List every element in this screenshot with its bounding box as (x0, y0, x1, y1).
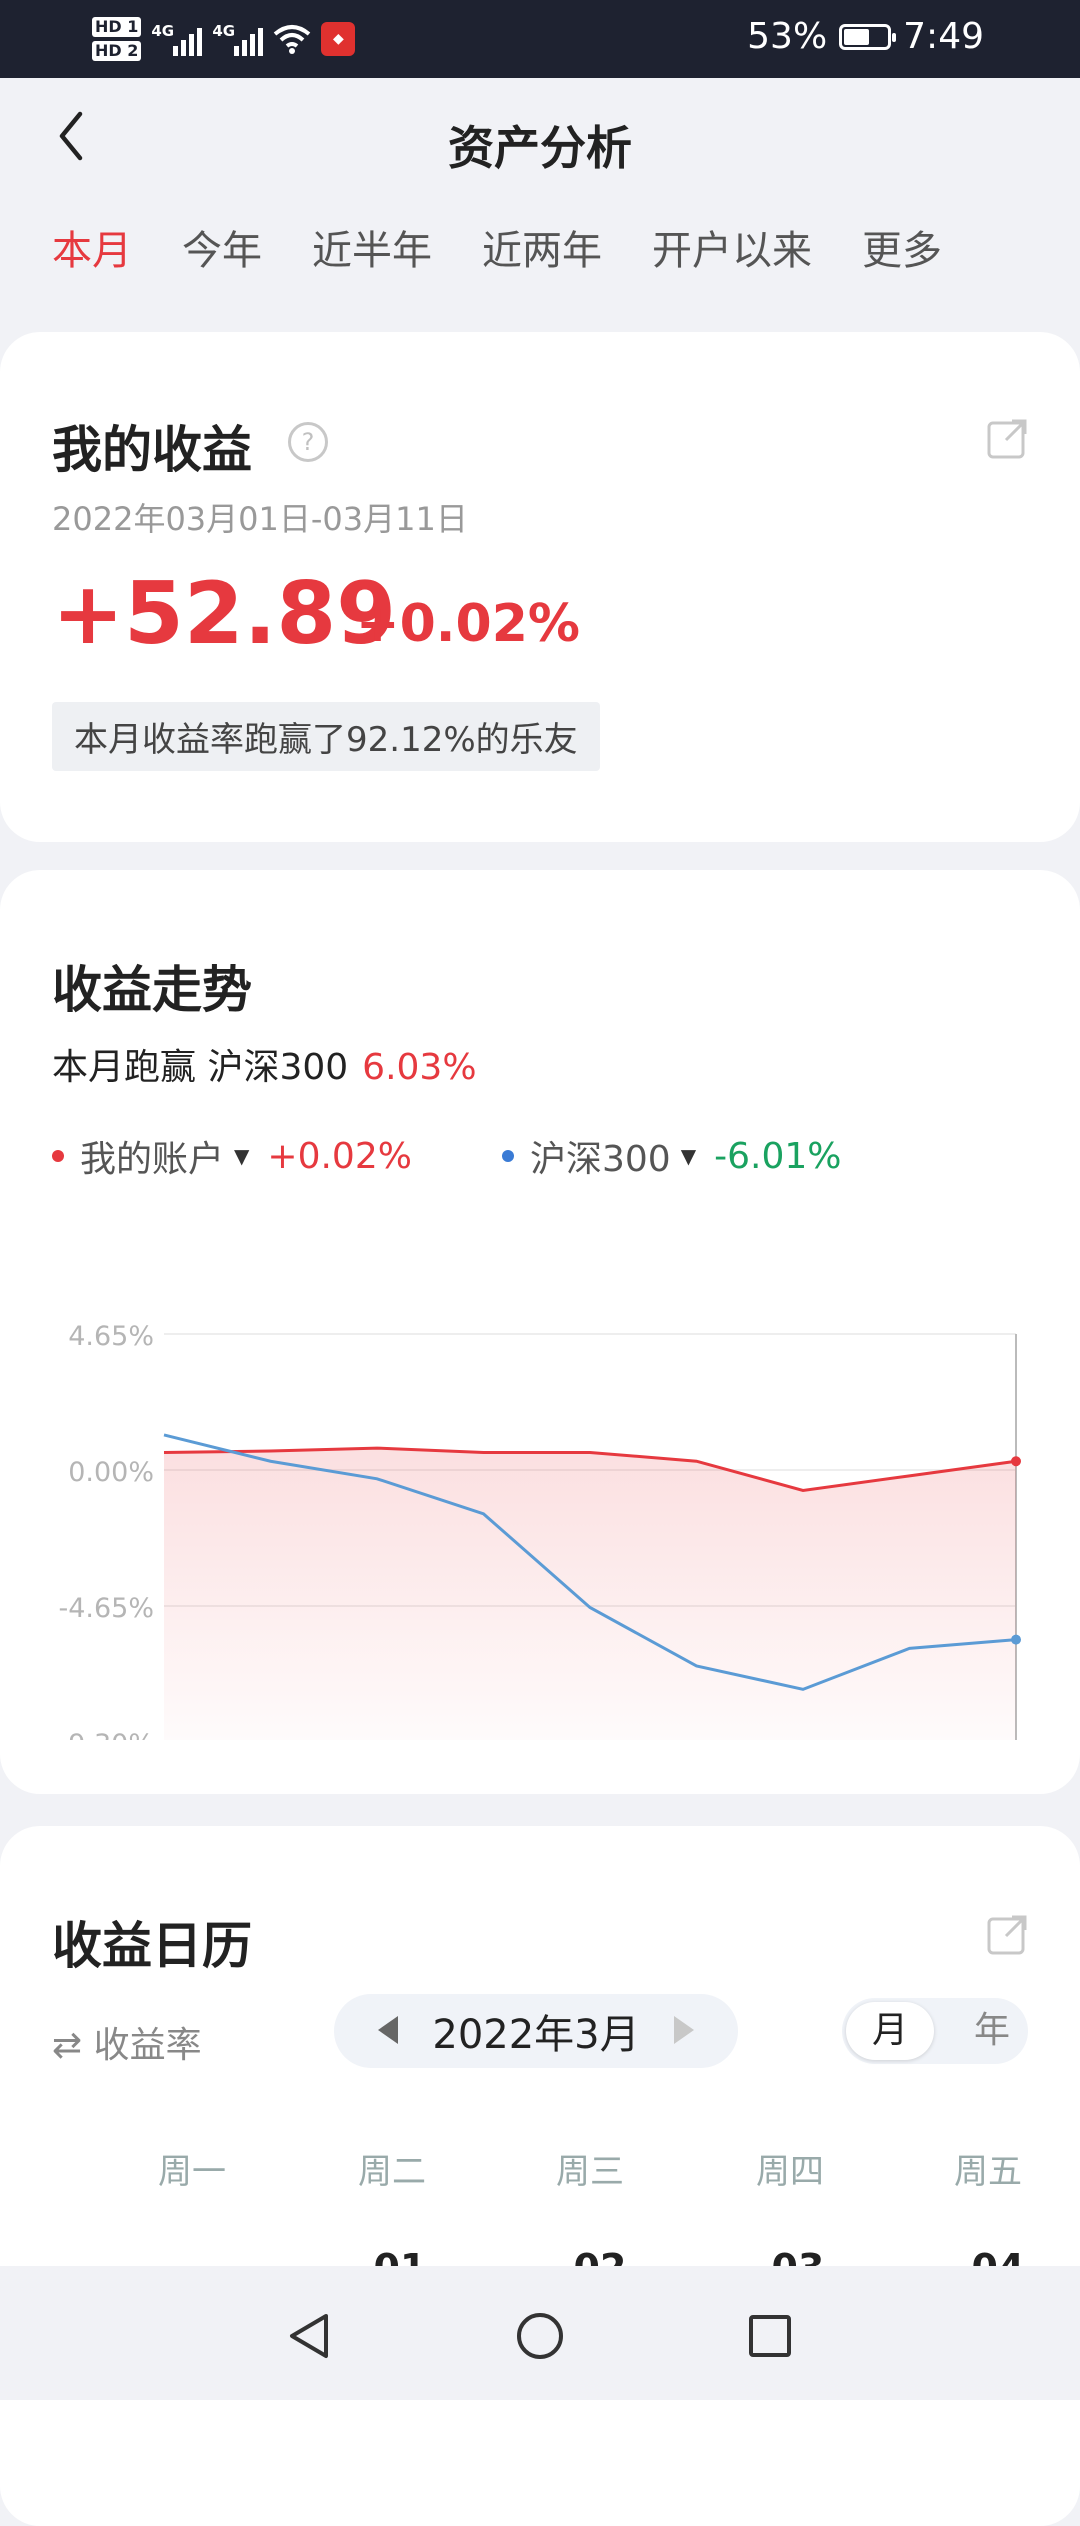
y-tick-label: 4.65% (68, 1321, 154, 1352)
legend-my-account[interactable]: 我的账户 ▼ +0.02% (52, 1130, 412, 1182)
sim1-hd-badge: HD 1 (92, 17, 142, 37)
system-nav-bar (0, 2266, 1080, 2400)
network-type-1: 4G (151, 22, 175, 40)
tab-more[interactable]: 更多 (862, 218, 942, 276)
month-selector: 2022年3月 (334, 1994, 738, 2068)
battery-icon (839, 23, 897, 50)
weekday-label: 周二 (358, 2152, 426, 2192)
tab-two-years[interactable]: 近两年 (482, 218, 602, 276)
period-tabs: 本月 今年 近半年 近两年 开户以来 更多 (52, 218, 992, 276)
nav-recents-icon[interactable] (744, 2310, 796, 2362)
earnings-amount: +52.89 (52, 564, 397, 664)
trend-line-chart[interactable]: 4.65%0.00%-4.65%-9.30%2022-03-012022-03-… (0, 1240, 1080, 1740)
tab-this-month[interactable]: 本月 (52, 218, 132, 276)
legend-csi300[interactable]: 沪深300 ▼ -6.01% (502, 1130, 841, 1182)
tab-this-year[interactable]: 今年 (182, 218, 262, 276)
legend-name-csi300: 沪深300 (530, 1139, 671, 1180)
legend-dot-csi300 (502, 1150, 514, 1162)
tab-since-opening[interactable]: 开户以来 (652, 218, 812, 276)
rate-mode-switch[interactable]: ⇄ 收益率 (52, 2016, 202, 2068)
legend-name-my-account: 我的账户 (80, 1139, 225, 1180)
battery-percent: 53% (747, 16, 828, 57)
outperform-value: 6.03% (362, 1047, 477, 1088)
wifi-icon (274, 25, 311, 54)
trend-card: 收益走势 本月跑赢 沪深300 6.03% 我的账户 ▼ +0.02% 沪深300… (0, 870, 1080, 1794)
signal-icon-2: 4G (212, 22, 264, 56)
weekday-label: 周一 (158, 2152, 226, 2192)
weekday-label: 周四 (756, 2152, 824, 2192)
sim2-hd-badge: HD 2 (92, 41, 142, 61)
nav-back-icon[interactable] (284, 2310, 336, 2362)
tab-half-year[interactable]: 近半年 (312, 218, 432, 276)
weekday-label: 周五 (954, 2152, 1022, 2192)
legend-value-my-account: +0.02% (267, 1135, 412, 1177)
beat-ratio-badge: 本月收益率跑赢了92.12%的乐友 (52, 702, 600, 771)
y-tick-label: -9.30% (58, 1729, 154, 1740)
clock: 7:49 (903, 16, 984, 57)
calendar-card: 收益日历 ⇄ 收益率 2022年3月 月 年 周一 周二 周三 周四 周五 01… (0, 1826, 1080, 2526)
dropdown-triangle-icon: ▼ (680, 1144, 697, 1168)
legend-dot-my-account (52, 1150, 64, 1162)
my-account-area-fill (164, 1448, 1016, 1740)
calendar-title: 收益日历 (52, 1917, 252, 1975)
earnings-card: 我的收益 ? 2022年03月01日-03月11日 +52.89 +0.02% … (0, 332, 1080, 842)
outperform-label: 本月跑赢 沪深300 (52, 1047, 349, 1088)
current-month: 2022年3月 (432, 2012, 640, 2058)
share-external-icon[interactable] (986, 1914, 1028, 1956)
app-notification-icon: ◆ (321, 22, 356, 56)
date-range: 2022年03月01日-03月11日 (52, 500, 468, 538)
next-month-icon[interactable] (674, 2016, 694, 2044)
share-external-icon[interactable] (986, 418, 1028, 460)
dropdown-triangle-icon: ▼ (234, 1144, 250, 1168)
csi300-point (1011, 1634, 1021, 1645)
nav-home-icon[interactable] (514, 2310, 566, 2362)
network-type-2: 4G (212, 22, 236, 40)
sim-hd-indicators: HD 1 HD 2 (92, 17, 142, 61)
trend-title: 收益走势 (52, 961, 252, 1019)
page-title: 资产分析 (448, 121, 632, 175)
signal-icon-1: 4G (151, 22, 203, 56)
prev-month-icon[interactable] (378, 2016, 398, 2044)
status-bar: HD 1 HD 2 4G 4G ◆ 53% 7:49 (0, 0, 1080, 78)
earnings-percent: +0.02% (356, 594, 580, 654)
legend-value-csi300: -6.01% (714, 1135, 842, 1177)
weekday-label: 周三 (556, 2152, 624, 2192)
toggle-year[interactable]: 年 (974, 1998, 1010, 2064)
earnings-title: 我的收益 (52, 421, 252, 479)
question-circle-icon[interactable]: ? (288, 422, 328, 462)
y-tick-label: -4.65% (58, 1593, 154, 1624)
toggle-month[interactable]: 月 (846, 2002, 934, 2060)
my-account-point (1011, 1456, 1021, 1467)
month-year-toggle: 月 年 (842, 1998, 1028, 2064)
outperform-summary: 本月跑赢 沪深300 6.03% (52, 1038, 477, 1090)
app-header: 资产分析 (0, 78, 1080, 198)
y-tick-label: 0.00% (68, 1457, 154, 1488)
